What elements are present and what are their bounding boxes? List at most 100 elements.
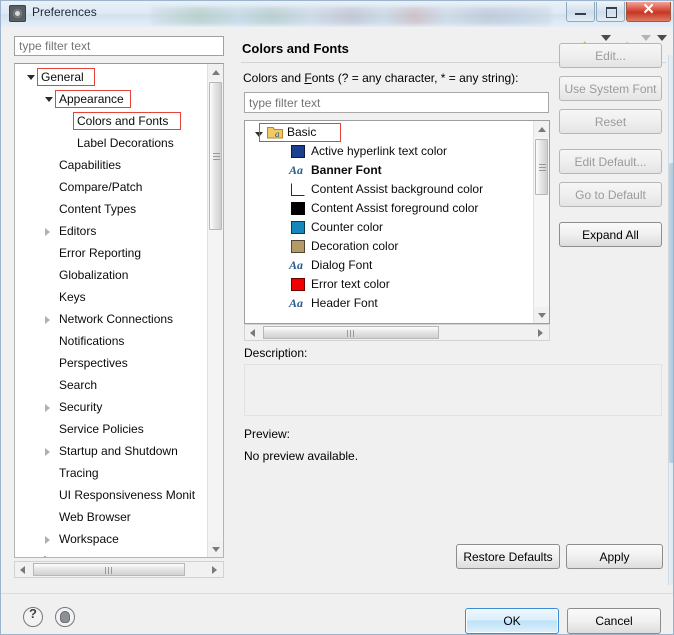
use-system-font-button: Use System Font <box>559 76 662 101</box>
tree-collapsed-arrow-icon[interactable] <box>45 536 50 544</box>
tree-item-workspace[interactable]: Workspace <box>15 528 211 550</box>
scroll-right-icon[interactable] <box>533 325 549 340</box>
tree-item-ant[interactable]: Ant <box>15 550 211 557</box>
titlebar-glass-reflection <box>151 7 551 25</box>
edit-button: Edit... <box>559 43 662 68</box>
tree-item-web-browser[interactable]: Web Browser <box>15 506 211 528</box>
tree-item-capabilities[interactable]: Capabilities <box>15 154 211 176</box>
dialog-edge-scroll-strip[interactable] <box>668 55 673 585</box>
tree-item-keys[interactable]: Keys <box>15 286 211 308</box>
tree-item-notifications[interactable]: Notifications <box>15 330 211 352</box>
tree-item-error-reporting[interactable]: Error Reporting <box>15 242 211 264</box>
tree-item-label: Perspectives <box>59 356 128 370</box>
scroll-grip-icon <box>213 153 220 160</box>
tree-collapsed-arrow-icon[interactable] <box>45 448 50 456</box>
colors-tree-vertical-scrollbar[interactable] <box>533 121 549 323</box>
tree-item-label: Editors <box>59 224 97 238</box>
colors-fonts-filter-input[interactable] <box>244 92 549 113</box>
expand-all-button[interactable]: Expand All <box>559 222 662 247</box>
preview-label: Preview: <box>244 427 291 441</box>
scroll-up-icon[interactable] <box>208 64 223 80</box>
minimize-icon[interactable] <box>566 2 595 22</box>
tree-item-perspectives[interactable]: Perspectives <box>15 352 211 374</box>
tree-item-startup-and-shutdown[interactable]: Startup and Shutdown <box>15 440 211 462</box>
colors-fonts-item-label: Basic <box>287 125 317 139</box>
shell-info-icon[interactable] <box>55 607 75 627</box>
tree-filter-input[interactable] <box>14 36 224 56</box>
scroll-left-icon[interactable] <box>15 562 31 577</box>
tree-item-label: Error Reporting <box>59 246 142 260</box>
colors-fonts-item-header-font[interactable]: Aa Header Font <box>245 294 535 313</box>
tree-item-colors-and-fonts[interactable]: Colors and Fonts <box>15 110 211 132</box>
tree-item-compare-patch[interactable]: Compare/Patch <box>15 176 211 198</box>
scroll-down-icon[interactable] <box>534 307 549 323</box>
colors-fonts-item-counter-color[interactable]: Counter color <box>245 218 535 237</box>
colors-hscroll-thumb[interactable] <box>263 326 439 339</box>
dialog-edge-scroll-thumb[interactable] <box>669 163 673 463</box>
tree-collapsed-arrow-icon[interactable] <box>45 404 50 412</box>
colors-and-fonts-items: a Basic Active hyperlink text color Aa Banne… <box>245 123 535 313</box>
tree-item-service-policies[interactable]: Service Policies <box>15 418 211 440</box>
preferences-tree[interactable]: General Appearance Colors and Fonts Label D… <box>14 63 224 558</box>
filter-label-mnemonic: F <box>304 71 312 85</box>
apply-button[interactable]: Apply <box>566 544 663 569</box>
tree-item-editors[interactable]: Editors <box>15 220 211 242</box>
tree-item-label: Notifications <box>59 334 125 348</box>
colors-and-fonts-tree[interactable]: a Basic Active hyperlink text color Aa Banne… <box>244 120 550 324</box>
tree-item-label-decorations[interactable]: Label Decorations <box>15 132 211 154</box>
tree-item-ui-responsiveness-monit[interactable]: UI Responsiveness Monit <box>15 484 211 506</box>
scroll-grip-icon <box>105 567 113 574</box>
colors-fonts-item-label: Decoration color <box>311 239 399 253</box>
tree-scroll-thumb[interactable] <box>209 82 222 230</box>
close-icon[interactable] <box>626 1 671 22</box>
tree-expanded-arrow-icon[interactable] <box>255 132 263 137</box>
tree-hscroll-thumb[interactable] <box>33 563 185 576</box>
colors-fonts-item-active-hyperlink-text-color[interactable]: Active hyperlink text color <box>245 142 535 161</box>
tree-vertical-scrollbar[interactable] <box>207 64 223 557</box>
tree-item-content-types[interactable]: Content Types <box>15 198 211 220</box>
tree-item-security[interactable]: Security <box>15 396 211 418</box>
page-title: Colors and Fonts <box>242 41 349 56</box>
colors-fonts-item-basic[interactable]: a Basic <box>245 123 535 142</box>
colors-fonts-item-content-assist-foreground-color[interactable]: Content Assist foreground color <box>245 199 535 218</box>
tree-expanded-arrow-icon[interactable] <box>45 97 53 102</box>
tree-item-label: Workspace <box>59 532 119 546</box>
colors-fonts-item-label: Error text color <box>311 277 390 291</box>
tree-expanded-arrow-icon[interactable] <box>27 75 35 80</box>
tree-item-search[interactable]: Search <box>15 374 211 396</box>
tree-item-appearance[interactable]: Appearance <box>15 88 211 110</box>
scroll-grip-icon <box>539 164 546 171</box>
color-swatch <box>291 240 305 253</box>
help-question-icon[interactable] <box>23 606 43 627</box>
font-sample-icon: Aa <box>289 258 304 272</box>
tree-item-label: Security <box>59 400 103 414</box>
colors-scroll-thumb[interactable] <box>535 139 548 195</box>
ok-button[interactable]: OK <box>465 608 559 634</box>
preferences-tree-panel: General Appearance Colors and Fonts Label D… <box>11 36 230 584</box>
restore-defaults-button[interactable]: Restore Defaults <box>456 544 560 569</box>
cancel-button[interactable]: Cancel <box>567 608 661 634</box>
tree-collapsed-arrow-icon[interactable] <box>45 316 50 324</box>
colors-fonts-item-banner-font[interactable]: Aa Banner Font <box>245 161 535 180</box>
scroll-down-icon[interactable] <box>208 541 223 557</box>
tree-collapsed-arrow-icon[interactable] <box>45 228 50 236</box>
colors-fonts-item-decoration-color[interactable]: Decoration color <box>245 237 535 256</box>
scroll-right-icon[interactable] <box>207 562 223 577</box>
window-title: Preferences <box>32 5 97 19</box>
colors-fonts-item-error-text-color[interactable]: Error text color <box>245 275 535 294</box>
panel-sash[interactable] <box>230 32 235 582</box>
colors-fonts-item-dialog-font[interactable]: Aa Dialog Font <box>245 256 535 275</box>
colors-tree-horizontal-scrollbar[interactable] <box>244 324 550 341</box>
tree-item-globalization[interactable]: Globalization <box>15 264 211 286</box>
scroll-up-icon[interactable] <box>534 121 549 137</box>
maximize-icon[interactable] <box>596 2 625 22</box>
colors-fonts-item-content-assist-background-color[interactable]: Content Assist background color <box>245 180 535 199</box>
go-to-default-button: Go to Default <box>559 182 662 207</box>
tree-item-label: Globalization <box>59 268 129 282</box>
description-box <box>244 364 662 416</box>
scroll-left-icon[interactable] <box>245 325 261 340</box>
tree-item-tracing[interactable]: Tracing <box>15 462 211 484</box>
tree-item-general[interactable]: General <box>15 66 211 88</box>
tree-horizontal-scrollbar[interactable] <box>14 561 224 578</box>
tree-item-network-connections[interactable]: Network Connections <box>15 308 211 330</box>
